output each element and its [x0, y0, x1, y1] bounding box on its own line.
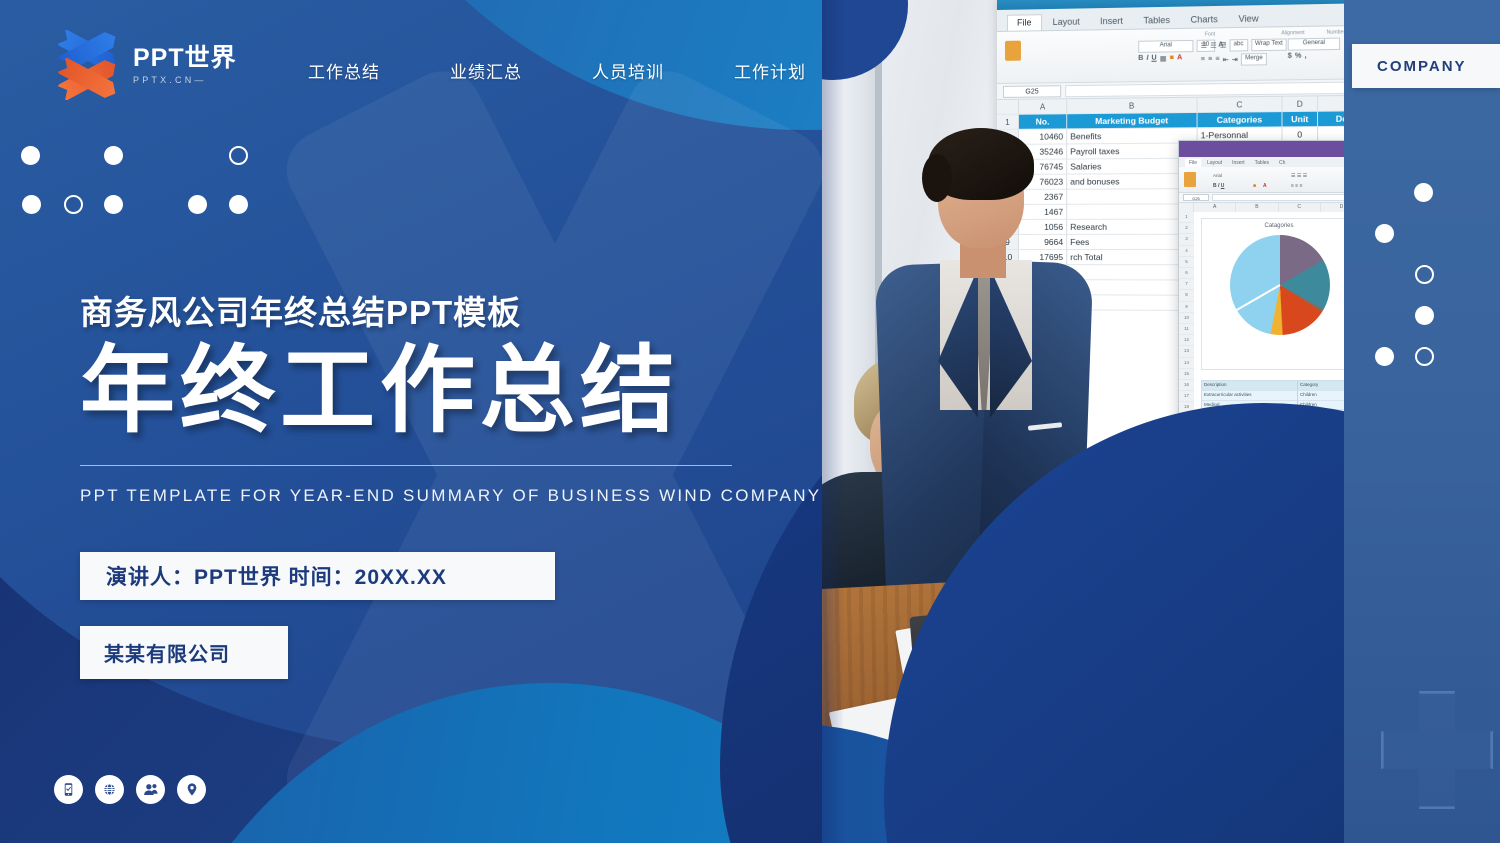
hero-subtitle: 商务风公司年终总结PPT模板 [80, 286, 780, 334]
top-navigation: 工作总结 业绩汇总 人员培训 工作计划 [308, 58, 806, 83]
footer-icon-row [54, 775, 206, 804]
decorative-dot [1375, 224, 1394, 243]
nav-item-staff-training[interactable]: 人员培训 [592, 58, 664, 83]
decorative-dot [188, 195, 207, 214]
company-badge: COMPANY [1352, 44, 1500, 88]
decorative-dot [1415, 265, 1434, 284]
decorative-dot [1375, 347, 1394, 366]
decorative-dot [1415, 306, 1434, 325]
company-badge-label: COMPANY [1352, 58, 1467, 75]
decorative-dot [104, 146, 123, 165]
decorative-dot [22, 195, 41, 214]
decorative-dot [104, 195, 123, 214]
brand-logo[interactable]: PPT世界 PPTX.CN— [56, 38, 237, 92]
meeting-photo: File Layout Insert Tables Charts View Fo… [822, 0, 1344, 843]
decorative-dot [229, 146, 248, 165]
hero-english-subtitle: PPT TEMPLATE FOR YEAR-END SUMMARY OF BUS… [80, 486, 780, 506]
x-mark-logo-icon [56, 38, 120, 92]
hero-block: 商务风公司年终总结PPT模板 年终工作总结 PPT TEMPLATE FOR Y… [80, 286, 780, 506]
globe-icon[interactable] [95, 775, 124, 804]
logo-name: PPT世界 [133, 46, 237, 71]
decorative-dot [1414, 183, 1433, 202]
nav-item-performance[interactable]: 业绩汇总 [450, 58, 522, 83]
slide-root: File Layout Insert Tables Charts View Fo… [0, 0, 1500, 843]
location-pin-icon[interactable] [177, 775, 206, 804]
photo-edge-fade [822, 0, 1344, 843]
hero-divider [80, 465, 732, 466]
decorative-dot [64, 195, 83, 214]
decorative-dot [229, 195, 248, 214]
mobile-check-icon[interactable] [54, 775, 83, 804]
decorative-dot [1415, 347, 1434, 366]
speaker-info-box: 演讲人：PPT世界 时间：20XX.XX [80, 552, 555, 600]
contacts-icon[interactable] [136, 775, 165, 804]
decorative-dot [21, 146, 40, 165]
speaker-info-text: 演讲人：PPT世界 时间：20XX.XX [80, 561, 447, 591]
nav-item-work-summary[interactable]: 工作总结 [308, 58, 380, 83]
hero-title: 年终工作总结 [80, 340, 780, 443]
company-info-box: 某某有限公司 [80, 626, 288, 679]
nav-item-work-plan[interactable]: 工作计划 [734, 58, 806, 83]
logo-subtitle: PPTX.CN— [133, 76, 237, 85]
company-info-text: 某某有限公司 [80, 638, 230, 667]
